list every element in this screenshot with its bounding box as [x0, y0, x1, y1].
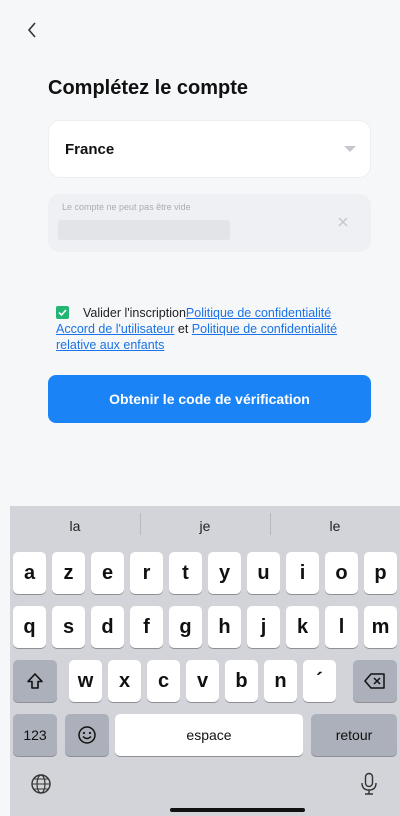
- space-key[interactable]: espace: [115, 714, 303, 756]
- account-input[interactable]: [58, 220, 230, 240]
- key-o[interactable]: o: [325, 552, 358, 594]
- key-n[interactable]: n: [264, 660, 297, 702]
- key-y[interactable]: y: [208, 552, 241, 594]
- backspace-icon: [364, 673, 385, 689]
- key-f[interactable]: f: [130, 606, 163, 648]
- chevron-left-icon: [27, 22, 36, 38]
- key-u[interactable]: u: [247, 552, 280, 594]
- suggestion-bar: la je le: [10, 506, 400, 546]
- consent-checkbox[interactable]: [56, 306, 69, 319]
- key-b[interactable]: b: [225, 660, 258, 702]
- suggestion-item[interactable]: le: [270, 513, 400, 535]
- back-button[interactable]: [20, 18, 44, 42]
- key-accent[interactable]: ´: [303, 660, 336, 702]
- key-r[interactable]: r: [130, 552, 163, 594]
- return-key[interactable]: retour: [311, 714, 397, 756]
- account-error-message: Le compte ne peut pas être vide: [62, 202, 191, 212]
- key-p[interactable]: p: [364, 552, 397, 594]
- country-select[interactable]: France: [48, 120, 371, 178]
- key-k[interactable]: k: [286, 606, 319, 648]
- backspace-key[interactable]: [353, 660, 397, 702]
- suggestion-item[interactable]: la: [10, 518, 140, 534]
- clear-button[interactable]: [335, 214, 351, 230]
- country-value: France: [65, 140, 115, 158]
- key-h[interactable]: h: [208, 606, 241, 648]
- shift-icon: [27, 673, 43, 689]
- key-l[interactable]: l: [325, 606, 358, 648]
- key-e[interactable]: e: [91, 552, 124, 594]
- shift-key[interactable]: [13, 660, 57, 702]
- user-agreement-link[interactable]: Accord de l'utilisateur: [56, 322, 174, 336]
- privacy-policy-link[interactable]: Politique de confidentialité: [186, 306, 331, 320]
- key-c[interactable]: c: [147, 660, 180, 702]
- key-i[interactable]: i: [286, 552, 319, 594]
- account-field[interactable]: Le compte ne peut pas être vide: [48, 194, 371, 252]
- emoji-icon: [78, 726, 96, 744]
- close-icon: [338, 217, 348, 227]
- key-z[interactable]: z: [52, 552, 85, 594]
- suggestion-item[interactable]: je: [140, 513, 270, 535]
- keyboard: la je le a z e r t y u i o p q s d f g h…: [10, 506, 400, 816]
- key-a[interactable]: a: [13, 552, 46, 594]
- page-title: Complétez le compte: [48, 77, 249, 99]
- key-g[interactable]: g: [169, 606, 202, 648]
- home-indicator: [170, 808, 305, 812]
- numbers-key[interactable]: 123: [13, 714, 57, 756]
- key-x[interactable]: x: [108, 660, 141, 702]
- key-d[interactable]: d: [91, 606, 124, 648]
- globe-icon[interactable]: [30, 773, 52, 800]
- key-w[interactable]: w: [69, 660, 102, 702]
- emoji-key[interactable]: [65, 714, 109, 756]
- check-icon: [58, 309, 67, 317]
- consent-text: Valider l'inscriptionPolitique de confid…: [56, 305, 372, 353]
- key-j[interactable]: j: [247, 606, 280, 648]
- consent-prefix: Valider l'inscription: [83, 306, 186, 320]
- caret-down-icon: [344, 146, 356, 152]
- key-s[interactable]: s: [52, 606, 85, 648]
- key-t[interactable]: t: [169, 552, 202, 594]
- key-q[interactable]: q: [13, 606, 46, 648]
- get-verification-code-button[interactable]: Obtenir le code de vérification: [48, 375, 371, 423]
- key-v[interactable]: v: [186, 660, 219, 702]
- microphone-icon[interactable]: [360, 772, 378, 801]
- consent-conjunction: et: [174, 322, 192, 336]
- key-m[interactable]: m: [364, 606, 397, 648]
